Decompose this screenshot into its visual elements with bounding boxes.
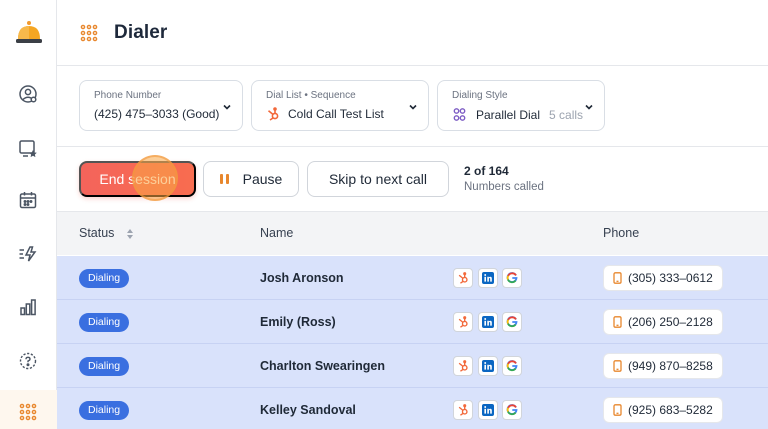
google-icon[interactable] bbox=[502, 356, 522, 376]
mobile-phone-icon bbox=[613, 272, 622, 284]
status-badge: Dialing bbox=[79, 401, 130, 420]
hubspot-icon[interactable] bbox=[453, 356, 473, 376]
dialpad-icon[interactable] bbox=[17, 402, 39, 424]
hubspot-icon[interactable] bbox=[453, 400, 473, 420]
lightning-list-icon[interactable] bbox=[17, 243, 39, 265]
call-progress: 2 of 164 Numbers called bbox=[464, 164, 544, 193]
dial-list-select[interactable]: Dial List • Sequence Cold Call Test List bbox=[251, 80, 429, 131]
user-circle-icon[interactable] bbox=[17, 83, 39, 105]
table-header: Status Name Phone bbox=[57, 211, 768, 255]
phone-chip[interactable]: (949) 870–8258 bbox=[603, 353, 723, 379]
phone-number: (949) 870–8258 bbox=[628, 359, 713, 373]
status-badge: Dialing bbox=[79, 313, 130, 332]
sidebar bbox=[0, 0, 57, 429]
pause-label: Pause bbox=[242, 171, 283, 187]
dialing-style-select[interactable]: Dialing Style Parallel Dial 5 calls bbox=[437, 80, 605, 131]
pause-button[interactable]: Pause bbox=[203, 161, 299, 197]
phone-number-value: (425) 475–3033 (Good) bbox=[94, 107, 220, 121]
contact-name: Emily (Ross) bbox=[260, 315, 336, 329]
contact-name: Kelley Sandoval bbox=[260, 403, 356, 417]
phone-number-label: Phone Number bbox=[94, 90, 162, 101]
linkedin-icon[interactable] bbox=[478, 400, 498, 420]
page-header: Dialer bbox=[57, 0, 768, 66]
dial-list-value-row: Cold Call Test List bbox=[266, 107, 414, 121]
skip-next-call-button[interactable]: Skip to next call bbox=[307, 161, 449, 197]
linkedin-icon[interactable] bbox=[478, 356, 498, 376]
linkedin-icon[interactable] bbox=[478, 312, 498, 332]
chevron-down-icon bbox=[585, 104, 593, 110]
column-phone: Phone bbox=[603, 226, 640, 240]
mobile-phone-icon bbox=[613, 404, 622, 416]
dial-list-label: Dial List • Sequence bbox=[266, 90, 356, 101]
board-star-icon[interactable] bbox=[17, 137, 39, 159]
calendar-icon[interactable] bbox=[17, 189, 39, 211]
column-status-label: Status bbox=[79, 226, 115, 240]
mobile-phone-icon bbox=[613, 360, 622, 372]
google-icon[interactable] bbox=[502, 312, 522, 332]
table-row[interactable]: Dialing Emily (Ross) (206) 250–2128 bbox=[57, 300, 768, 344]
hubspot-icon[interactable] bbox=[453, 268, 473, 288]
phone-number-select[interactable]: Phone Number (425) 475–3033 (Good) bbox=[79, 80, 243, 131]
hubspot-icon[interactable] bbox=[453, 312, 473, 332]
section-divider bbox=[57, 146, 768, 147]
phone-number: (206) 250–2128 bbox=[628, 315, 713, 329]
progress-label: Numbers called bbox=[464, 181, 544, 193]
phone-chip[interactable]: (206) 250–2128 bbox=[603, 309, 723, 335]
contact-name: Charlton Swearingen bbox=[260, 359, 386, 373]
dialing-style-value: Parallel Dial bbox=[476, 107, 541, 122]
phone-chip[interactable]: (305) 333–0612 bbox=[603, 265, 723, 291]
phone-number: (305) 333–0612 bbox=[628, 271, 713, 285]
status-badge: Dialing bbox=[79, 269, 130, 288]
end-session-button[interactable]: End session bbox=[79, 161, 196, 197]
chevron-down-icon bbox=[223, 104, 231, 110]
pause-icon bbox=[219, 174, 229, 184]
dialing-style-label: Dialing Style bbox=[452, 90, 508, 101]
help-gear-icon[interactable] bbox=[17, 350, 39, 372]
table-row[interactable]: Dialing Kelley Sandoval (925) 683–5282 bbox=[57, 388, 768, 429]
mobile-phone-icon bbox=[613, 316, 622, 328]
progress-count: 2 of 164 bbox=[464, 164, 509, 178]
phone-chip[interactable]: (925) 683–5282 bbox=[603, 397, 723, 423]
phone-number: (925) 683–5282 bbox=[628, 403, 713, 417]
sort-icon[interactable] bbox=[126, 228, 134, 240]
dialpad-icon bbox=[80, 24, 98, 42]
dialing-style-value-row: Parallel Dial 5 calls bbox=[452, 107, 590, 122]
table-row[interactable]: Dialing Charlton Swearingen (949) 870–8258 bbox=[57, 344, 768, 388]
parallel-dial-icon bbox=[453, 108, 466, 121]
bar-chart-icon[interactable] bbox=[17, 296, 39, 318]
contact-name: Josh Aronson bbox=[260, 271, 344, 285]
dial-list-value: Cold Call Test List bbox=[288, 107, 384, 121]
linkedin-icon[interactable] bbox=[478, 268, 498, 288]
dialing-style-calls: 5 calls bbox=[549, 107, 584, 122]
bell-logo-icon[interactable] bbox=[15, 20, 43, 46]
google-icon[interactable] bbox=[502, 400, 522, 420]
chevron-down-icon bbox=[409, 104, 417, 110]
column-name: Name bbox=[260, 226, 294, 240]
table-row[interactable]: Dialing Josh Aronson (305) 333–0612 bbox=[57, 256, 768, 300]
hubspot-icon bbox=[267, 107, 279, 121]
page-title: Dialer bbox=[114, 21, 168, 43]
status-badge: Dialing bbox=[79, 357, 130, 376]
column-status[interactable]: Status bbox=[79, 226, 134, 240]
google-icon[interactable] bbox=[502, 268, 522, 288]
